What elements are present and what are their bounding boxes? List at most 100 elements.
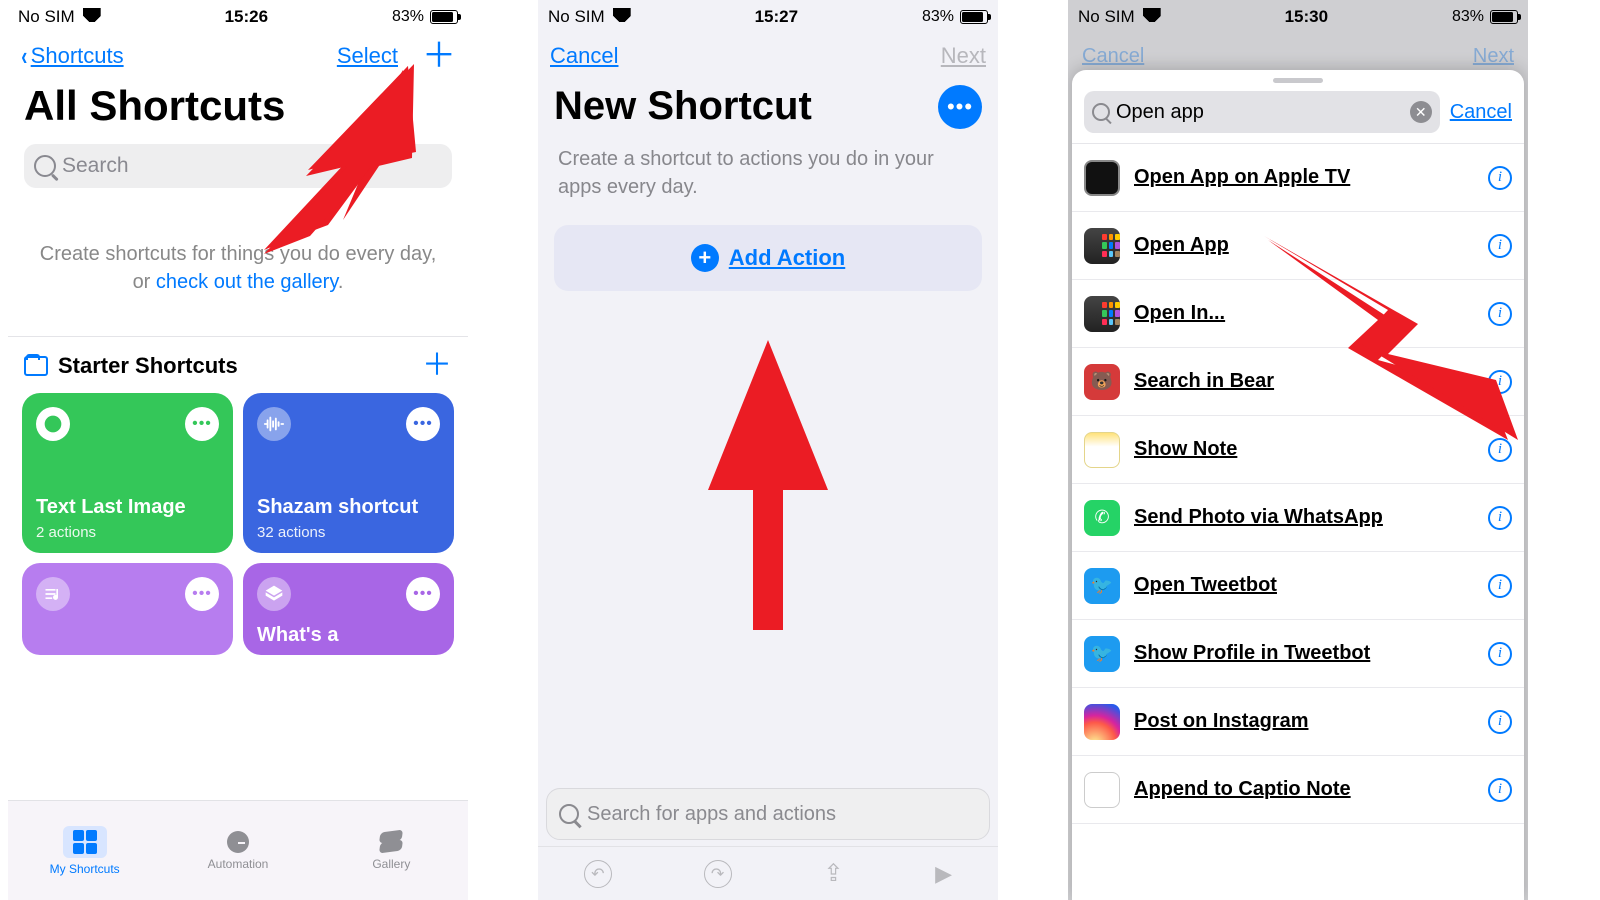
share-button[interactable]: ⇪ [823, 859, 843, 888]
whatsapp-icon: ✆ [1084, 500, 1120, 536]
search-icon [1092, 103, 1110, 121]
cancel-button[interactable]: Cancel [550, 43, 618, 69]
page-title: All Shortcuts [8, 78, 468, 138]
folder-icon [24, 356, 48, 376]
select-button[interactable]: Select [337, 43, 398, 69]
result-row[interactable]: Open In... i [1072, 280, 1524, 348]
shortcut-grid: Text Last Image 2 actions Shazam shortcu… [8, 387, 468, 661]
undo-button[interactable]: ↶ [584, 860, 612, 888]
intro-text: Create shortcuts for things you do every… [8, 194, 468, 336]
result-label: Search in Bear [1134, 370, 1474, 393]
next-button[interactable]: Next [941, 43, 986, 69]
add-action-label: Add Action [729, 245, 846, 271]
result-row[interactable]: ✆ Send Photo via WhatsApp i [1072, 484, 1524, 552]
shortcut-tile[interactable] [22, 563, 233, 655]
tab-gallery[interactable]: Gallery [315, 801, 468, 900]
waveform-icon [257, 407, 291, 441]
shortcut-tile[interactable]: What's a [243, 563, 454, 655]
info-icon[interactable]: i [1488, 370, 1512, 394]
app-grid-icon [1084, 296, 1120, 332]
shortcut-tile[interactable]: Shazam shortcut 32 actions [243, 393, 454, 553]
screen-all-shortcuts: No SIM 15:26 83% ‹ Shortcuts Select ＋ Al… [8, 0, 468, 900]
details-button[interactable]: ••• [938, 85, 982, 129]
add-shortcut-button[interactable]: ＋ [422, 46, 456, 66]
search-input[interactable]: Open app ✕ [1084, 91, 1440, 133]
app-grid-icon [1084, 228, 1120, 264]
add-action-button[interactable]: + Add Action [554, 225, 982, 291]
info-icon[interactable]: i [1488, 574, 1512, 598]
tweetbot-icon: 🐦 [1084, 636, 1120, 672]
annotation-arrow [698, 340, 838, 630]
status-bar: No SIM 15:30 83% [1068, 0, 1528, 34]
clock-icon [227, 831, 249, 853]
info-icon[interactable]: i [1488, 234, 1512, 258]
result-row[interactable]: 🐦 Show Profile in Tweetbot i [1072, 620, 1524, 688]
result-label: Open Tweetbot [1134, 574, 1474, 597]
music-list-icon [36, 577, 70, 611]
search-sheet: Open app ✕ Cancel Open App on Apple TV i… [1072, 70, 1524, 900]
search-icon [34, 155, 56, 177]
result-row[interactable]: Open App on Apple TV i [1072, 144, 1524, 212]
more-icon[interactable] [406, 577, 440, 611]
more-icon[interactable] [406, 407, 440, 441]
tab-label: My Shortcuts [50, 862, 120, 876]
tab-label: Gallery [372, 857, 410, 871]
battery-pct: 83% [922, 8, 954, 26]
tab-label: Automation [208, 857, 269, 871]
wifi-icon [1143, 7, 1161, 27]
action-search-input[interactable]: Search for apps and actions [546, 788, 990, 840]
more-icon[interactable] [185, 407, 219, 441]
wifi-icon [613, 7, 631, 27]
battery-pct: 83% [1452, 8, 1484, 26]
shortcut-tile[interactable]: Text Last Image 2 actions [22, 393, 233, 553]
result-row[interactable]: Open App i [1072, 212, 1524, 280]
notes-icon [1084, 432, 1120, 468]
section-add-button[interactable]: ＋ [422, 356, 452, 376]
result-label: Open App on Apple TV [1134, 166, 1474, 189]
section-title: Starter Shortcuts [58, 353, 238, 379]
info-icon[interactable]: i [1488, 642, 1512, 666]
cancel-search-button[interactable]: Cancel [1450, 101, 1512, 124]
result-label: Post on Instagram [1134, 710, 1474, 733]
info-icon[interactable]: i [1488, 710, 1512, 734]
more-icon[interactable] [185, 577, 219, 611]
info-icon[interactable]: i [1488, 778, 1512, 802]
carrier-text: No SIM [548, 7, 605, 27]
search-input[interactable]: Search [24, 144, 452, 188]
stack-icon [380, 831, 402, 853]
redo-button[interactable]: ↷ [704, 860, 732, 888]
result-row[interactable]: 🐦 Open Tweetbot i [1072, 552, 1524, 620]
instagram-icon [1084, 704, 1120, 740]
search-placeholder: Search [62, 154, 129, 178]
tab-automation[interactable]: Automation [161, 801, 314, 900]
info-icon[interactable]: i [1488, 506, 1512, 530]
clear-button[interactable]: ✕ [1410, 101, 1432, 123]
nav-bar: Cancel Next [538, 34, 998, 78]
screen-search-actions: No SIM 15:30 83% Cancel Next Open app ✕ … [1068, 0, 1528, 900]
sheet-handle[interactable] [1273, 78, 1323, 83]
result-row[interactable]: Post on Instagram i [1072, 688, 1524, 756]
editor-toolbar: ↶ ↷ ⇪ ▶ [538, 846, 998, 900]
section-header: Starter Shortcuts ＋ [8, 337, 468, 387]
info-icon[interactable]: i [1488, 302, 1512, 326]
result-label: Send Photo via WhatsApp [1134, 506, 1474, 529]
gallery-link[interactable]: check out the gallery [156, 271, 338, 293]
battery-icon [960, 10, 988, 24]
result-row[interactable]: Show Note i [1072, 416, 1524, 484]
screen-new-shortcut: No SIM 15:27 83% Cancel Next New Shortcu… [538, 0, 998, 900]
bear-icon: 🐻 [1084, 364, 1120, 400]
tweetbot-icon: 🐦 [1084, 568, 1120, 604]
results-list: Open App on Apple TV i Open App i Open I… [1072, 143, 1524, 824]
tile-sub: 2 actions [36, 524, 96, 541]
back-button[interactable]: ‹ Shortcuts [20, 41, 124, 72]
chevron-left-icon: ‹ [21, 41, 27, 72]
search-placeholder: Search for apps and actions [587, 803, 836, 826]
result-row[interactable]: Append to Captio Note i [1072, 756, 1524, 824]
result-label: Open App [1134, 234, 1474, 257]
info-icon[interactable]: i [1488, 166, 1512, 190]
result-row[interactable]: 🐻 Search in Bear i [1072, 348, 1524, 416]
info-icon[interactable]: i [1488, 438, 1512, 462]
tab-my-shortcuts[interactable]: My Shortcuts [8, 801, 161, 900]
speech-plus-icon [36, 407, 70, 441]
run-button[interactable]: ▶ [935, 861, 952, 887]
